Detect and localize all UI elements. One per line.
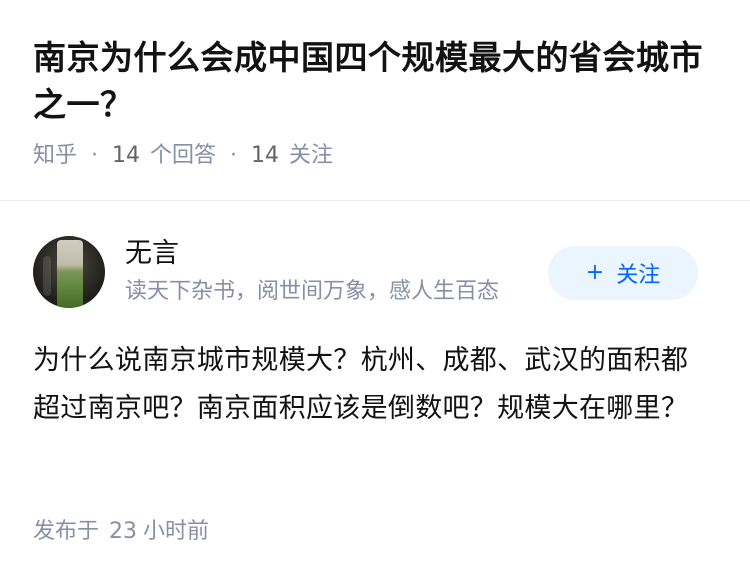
question-header: 南京为什么会成中国四个规模最大的省会城市之一？ 知乎 · 14 个回答 · 14 关…: [33, 34, 723, 171]
avatar-shine: [43, 256, 51, 296]
author-name[interactable]: 无言: [125, 236, 179, 272]
meta-separator: ·: [91, 143, 99, 168]
answers-count: 14: [112, 143, 141, 168]
answer-content[interactable]: 为什么说南京城市规模大？杭州、成都、武汉的面积都超过南京吧？南京面积应该是倒数吧…: [33, 337, 713, 433]
publish-time: 发布于 23 小时前: [33, 516, 209, 548]
follows-count-link[interactable]: 14 关注: [251, 141, 333, 171]
source-label[interactable]: 知乎: [33, 141, 77, 171]
section-divider: [0, 200, 750, 201]
follow-button-label: 关注: [616, 263, 661, 288]
author-bio: 读天下杂书，阅世间万象，感人生百态: [125, 279, 500, 304]
avatar[interactable]: [33, 236, 105, 308]
published-time-value: 23: [109, 519, 138, 544]
meta-separator: ·: [230, 143, 238, 168]
plus-icon: +: [585, 260, 605, 285]
follows-label: 关注: [289, 143, 334, 168]
published-time-unit: 小时前: [143, 519, 210, 544]
published-label: 发布于: [33, 519, 100, 544]
answers-count-link[interactable]: 14 个回答: [112, 141, 216, 171]
follow-button[interactable]: + 关注: [548, 246, 698, 300]
answers-label: 个回答: [150, 143, 217, 168]
question-meta: 知乎 · 14 个回答 · 14 关注: [33, 141, 723, 171]
author-card: 无言 读天下杂书，阅世间万象，感人生百态 + 关注: [33, 236, 723, 312]
follows-count: 14: [251, 143, 280, 168]
question-title[interactable]: 南京为什么会成中国四个规模最大的省会城市之一？: [33, 34, 723, 128]
avatar-glass-image: [57, 240, 83, 308]
